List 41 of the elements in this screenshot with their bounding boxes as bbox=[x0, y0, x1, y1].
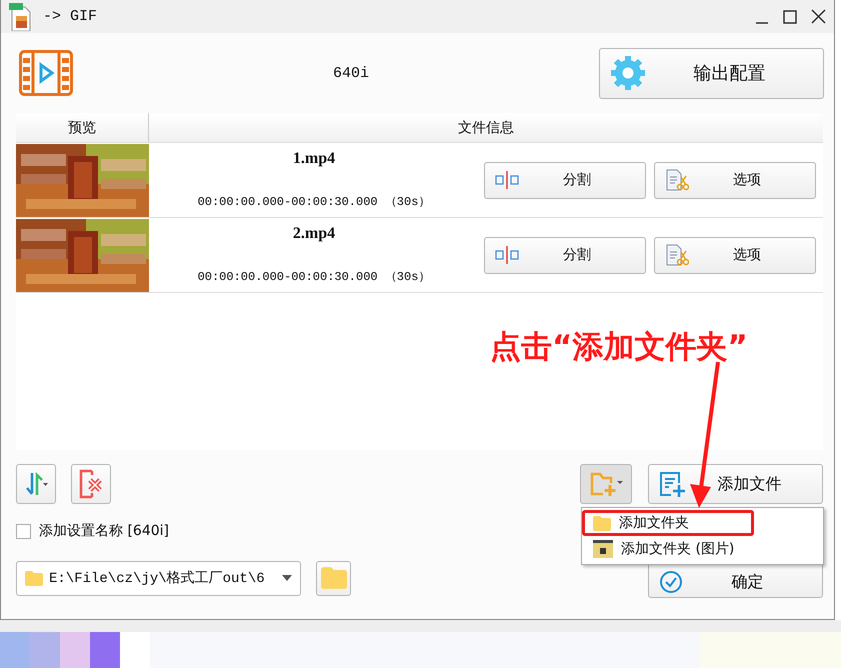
options-button[interactable]: 选项 bbox=[654, 236, 816, 274]
folder-icon bbox=[25, 570, 43, 586]
time-range: 00:00:00.000-00:00:30.000 （30s） bbox=[198, 269, 430, 285]
maximize-icon[interactable] bbox=[783, 10, 797, 24]
split-icon bbox=[495, 246, 519, 264]
close-icon[interactable] bbox=[811, 9, 826, 24]
file-name: 2.mp4 bbox=[292, 225, 336, 243]
sort-arrows-icon bbox=[23, 471, 49, 497]
gear-icon bbox=[610, 55, 646, 91]
browse-folder-button[interactable] bbox=[316, 560, 351, 596]
split-button[interactable]: 分割 bbox=[484, 162, 646, 198]
remove-icon bbox=[78, 469, 104, 499]
menu-item[interactable]: 添加文件夹 bbox=[582, 510, 754, 536]
folder-icon bbox=[593, 516, 611, 530]
add-file-button[interactable]: 添加文件 bbox=[648, 464, 823, 504]
output-path-dropdown[interactable]: E:\File\cz\jy\格式工厂out\6 bbox=[16, 560, 301, 596]
check-circle-icon bbox=[659, 570, 683, 594]
checkbox-label: 添加设置名称 [640i] bbox=[39, 522, 169, 540]
window-title: -> GIF bbox=[43, 8, 98, 25]
time-range: 00:00:00.000-00:00:30.000 （30s） bbox=[198, 194, 430, 210]
remove-button[interactable] bbox=[71, 464, 111, 504]
output-settings-button[interactable]: 输出配置 bbox=[599, 48, 824, 98]
document-scissors-icon bbox=[665, 169, 689, 191]
gif-file-icon bbox=[9, 2, 31, 30]
split-button[interactable]: 分割 bbox=[484, 236, 646, 274]
file-plus-icon bbox=[659, 471, 687, 497]
folder-icon bbox=[320, 567, 346, 589]
dropdown-caret-icon bbox=[282, 575, 292, 581]
file-name: 1.mp4 bbox=[292, 150, 336, 168]
checkbox[interactable] bbox=[16, 524, 31, 538]
image-folder-icon bbox=[593, 540, 613, 558]
split-icon bbox=[495, 171, 519, 189]
film-play-icon bbox=[19, 50, 73, 96]
column-header: 预览 bbox=[16, 113, 149, 142]
annotation-text: 点击“添加文件夹” bbox=[490, 328, 748, 367]
options-button[interactable]: 选项 bbox=[654, 162, 816, 198]
sort-button[interactable] bbox=[16, 464, 56, 504]
document-scissors-icon bbox=[665, 244, 689, 266]
folder-plus-icon bbox=[589, 471, 623, 497]
preset-name: 640i bbox=[332, 64, 370, 82]
column-header: 文件信息 bbox=[457, 118, 515, 138]
